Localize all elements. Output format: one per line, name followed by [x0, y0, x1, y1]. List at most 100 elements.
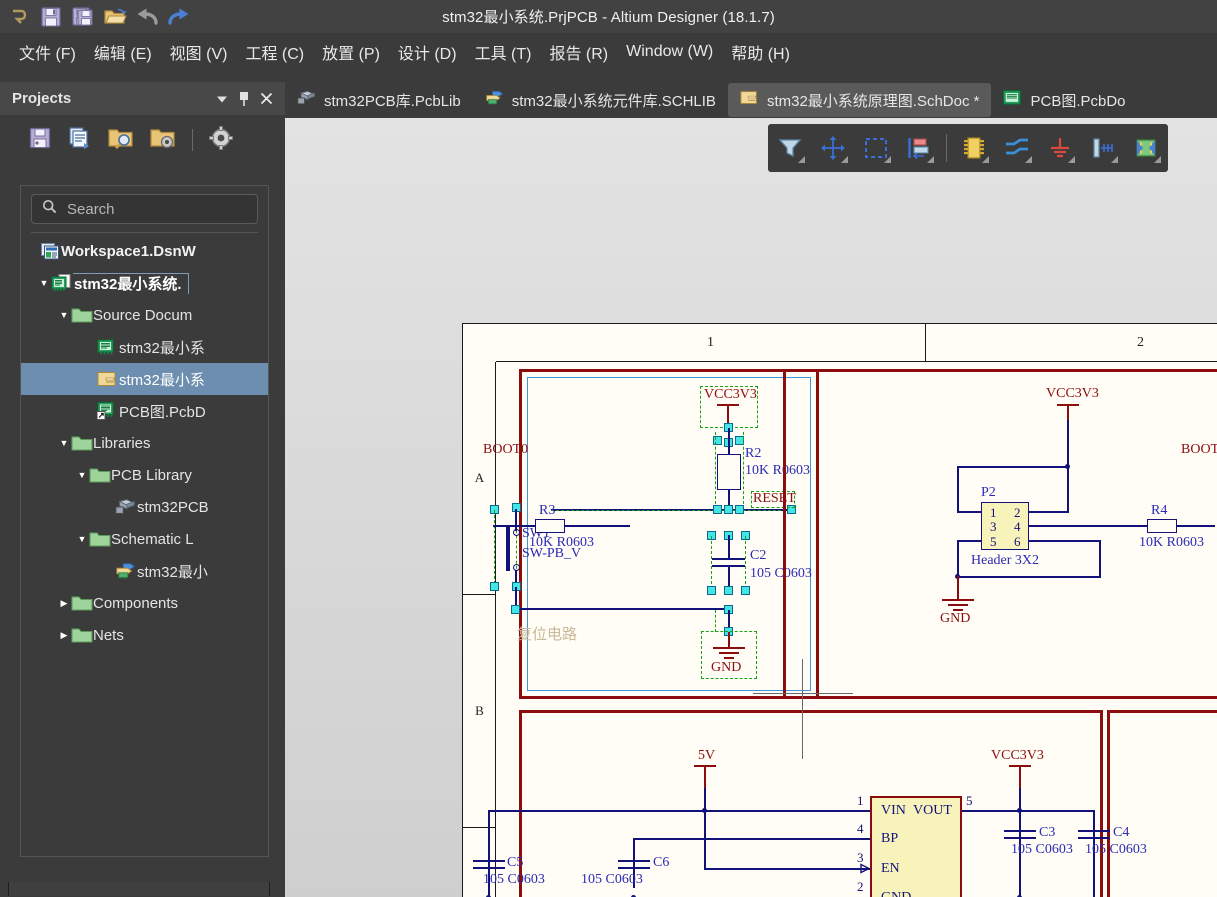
- altium-logo-icon[interactable]: [4, 2, 34, 32]
- tree-arrow-down-icon[interactable]: ▼: [75, 470, 89, 480]
- component-r3-body[interactable]: [535, 519, 565, 533]
- pcblib-icon: [297, 90, 317, 110]
- save-icon[interactable]: [36, 2, 66, 32]
- value-c5: 105 C0603: [483, 873, 545, 887]
- tree-item-components[interactable]: ▶ Components: [21, 587, 268, 619]
- menu-help[interactable]: 帮助 (H): [722, 36, 799, 68]
- menu-tools[interactable]: 工具 (T): [466, 36, 541, 68]
- tree-arrow-down-icon[interactable]: ▼: [75, 534, 89, 544]
- tree-item-schdoc[interactable]: stm32最小系: [21, 363, 268, 395]
- place-sheet-symbol-icon[interactable]: [1130, 131, 1162, 165]
- selection-handle[interactable]: [511, 605, 520, 614]
- tree-item-project[interactable]: ▼ stm32最小系统.: [21, 267, 268, 299]
- pcblib-icon: [115, 498, 137, 516]
- menu-project[interactable]: 工程 (C): [236, 36, 313, 68]
- tree-item-pcbdoc[interactable]: PCB图.PcbD: [21, 395, 268, 427]
- undo-icon[interactable]: [132, 2, 162, 32]
- selection-handle[interactable]: [490, 582, 499, 591]
- dropdown-icon[interactable]: [211, 88, 233, 110]
- selection-handle[interactable]: [724, 505, 733, 514]
- menu-view[interactable]: 视图 (V): [161, 36, 237, 68]
- pin-icon[interactable]: [233, 88, 255, 110]
- tree-arrow-down-icon[interactable]: ▼: [57, 310, 71, 320]
- redo-icon[interactable]: [164, 2, 194, 32]
- menu-edit[interactable]: 编辑 (E): [85, 36, 161, 68]
- tree-item-label: stm32最小: [137, 561, 262, 582]
- selection-handle[interactable]: [735, 505, 744, 514]
- tree-item-label: Schematic L: [111, 531, 262, 548]
- scrollbar-thumb[interactable]: [8, 882, 270, 896]
- place-netlabel-icon[interactable]: [1087, 131, 1119, 165]
- save-all-icon[interactable]: [68, 2, 98, 32]
- document-tab-strip: stm32PCB库.PcbLib stm32最小系统元件库.SCHLIB stm…: [285, 82, 1217, 118]
- filter-icon[interactable]: [774, 131, 806, 165]
- folder-icon: [71, 435, 93, 452]
- menu-reports[interactable]: 报告 (R): [540, 36, 617, 68]
- wire-p2-pin1-in: [957, 511, 981, 513]
- select-area-icon[interactable]: [860, 131, 892, 165]
- folder-search-icon[interactable]: [108, 126, 134, 155]
- selection-handle[interactable]: [707, 586, 716, 595]
- search-input[interactable]: Search: [31, 194, 258, 224]
- move-icon[interactable]: [817, 131, 849, 165]
- gnd-stem: [728, 632, 730, 648]
- place-component-icon[interactable]: [958, 131, 990, 165]
- tree-item-nets[interactable]: ▶ Nets: [21, 619, 268, 651]
- value-c6: 105 C0603: [581, 873, 643, 887]
- tree-item-workspace[interactable]: Workspace1.DsnW: [21, 235, 268, 267]
- panel-horizontal-scrollbar[interactable]: [0, 881, 285, 897]
- tree-item-label: Workspace1.DsnW: [61, 243, 262, 260]
- menu-window[interactable]: Window (W): [617, 39, 722, 65]
- tree-item-schematic-library[interactable]: ▼ Schematic L: [21, 523, 268, 555]
- close-icon[interactable]: [255, 88, 277, 110]
- align-icon[interactable]: [903, 131, 935, 165]
- component-p2-body[interactable]: [981, 502, 1029, 550]
- tab-schdoc[interactable]: stm32最小系统原理图.SchDoc *: [728, 83, 992, 117]
- schematic-canvas[interactable]: 1 2 A B VCC3V3 R2 10K: [285, 118, 1217, 897]
- tab-pcbdoc[interactable]: PCB图.PcbDo: [991, 83, 1137, 117]
- tree-arrow-down-icon[interactable]: ▼: [57, 438, 71, 448]
- tree-arrow-right-icon[interactable]: ▶: [57, 598, 71, 609]
- tree-arrow-right-icon[interactable]: ▶: [57, 630, 71, 641]
- tree-divider: [31, 232, 258, 233]
- tree-item-libraries[interactable]: ▼ Libraries: [21, 427, 268, 459]
- tree-item-source-documents[interactable]: ▼ Source Docum: [21, 299, 268, 331]
- menu-place[interactable]: 放置 (P): [313, 36, 389, 68]
- gnd-bar-2: [719, 652, 739, 654]
- tree-item-pcb-library[interactable]: ▼ PCB Library: [21, 459, 268, 491]
- tab-schlib[interactable]: stm32最小系统元件库.SCHLIB: [473, 83, 728, 117]
- schlib-icon: [97, 339, 119, 356]
- u2-pin-vin: VIN: [881, 804, 906, 818]
- component-r4-body[interactable]: [1147, 519, 1177, 533]
- wire-r3-to-p2: [565, 525, 630, 527]
- selection-dash: [743, 432, 744, 504]
- open-icon[interactable]: [100, 2, 130, 32]
- folder-icon: [89, 467, 111, 484]
- wire-en: [704, 868, 870, 870]
- selection-handle[interactable]: [724, 586, 733, 595]
- tree-item-label: PCB Library: [111, 467, 262, 484]
- designator-c4: C4: [1113, 826, 1129, 840]
- tree-item-label: Components: [93, 595, 262, 612]
- tree-item-pcblib[interactable]: stm32PCB: [21, 491, 268, 523]
- menu-file[interactable]: 文件 (F): [10, 36, 85, 68]
- value-c3: 105 C0603: [1011, 843, 1073, 857]
- value-p2: Header 3X2: [971, 554, 1039, 568]
- component-r2-body[interactable]: [717, 454, 741, 490]
- folder-settings-icon[interactable]: [150, 126, 176, 155]
- wire-p2-to-r4: [1029, 525, 1147, 527]
- documents-icon[interactable]: [68, 126, 92, 155]
- tree-item-schlib-file[interactable]: stm32最小: [21, 555, 268, 587]
- save-icon[interactable]: [28, 126, 52, 155]
- selection-handle[interactable]: [741, 586, 750, 595]
- tab-pcblib[interactable]: stm32PCB库.PcbLib: [285, 83, 473, 117]
- menu-design[interactable]: 设计 (D): [389, 36, 466, 68]
- tree-arrow-down-icon[interactable]: ▼: [37, 278, 51, 288]
- sheet-column-2: 2: [926, 324, 1217, 362]
- tree-item-schlib-doc[interactable]: stm32最小系: [21, 331, 268, 363]
- place-wire-icon[interactable]: [1001, 131, 1033, 165]
- gear-icon[interactable]: [209, 126, 233, 155]
- place-gnd-icon[interactable]: [1044, 131, 1076, 165]
- selection-handle[interactable]: [713, 505, 722, 514]
- selection-dash: [494, 510, 495, 584]
